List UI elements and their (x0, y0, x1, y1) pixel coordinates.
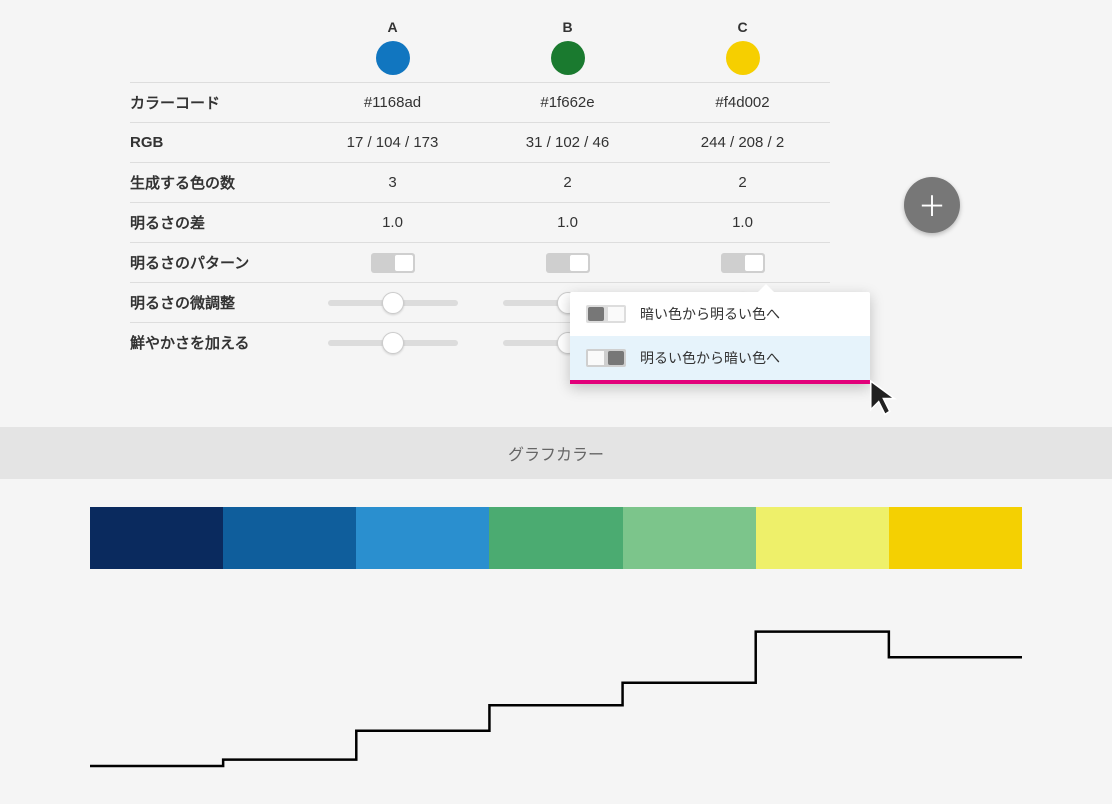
label-bright-pattern: 明るさのパターン (130, 252, 305, 273)
label-gen-count: 生成する色の数 (130, 172, 305, 193)
row-gen-count: 生成する色の数 3 2 2 (130, 162, 830, 202)
label-vivid: 鮮やかさを加える (130, 332, 305, 353)
fine-slider-a[interactable] (328, 300, 458, 306)
rgb-b: 31 / 102 / 46 (480, 134, 655, 151)
palette-color (756, 507, 889, 569)
pattern-toggle-b[interactable] (546, 253, 590, 273)
pattern-option-light-to-dark[interactable]: 明るい色から暗い色へ (570, 336, 870, 380)
label-bright-diff: 明るさの差 (130, 212, 305, 233)
option-label: 明るい色から暗い色へ (640, 348, 780, 368)
label-bright-fine: 明るさの微調整 (130, 292, 305, 313)
column-a-header: A (305, 19, 480, 75)
swatch-c[interactable] (726, 41, 760, 75)
label-rgb: RGB (130, 134, 305, 151)
rgb-c: 244 / 208 / 2 (655, 134, 830, 151)
pattern-option-dark-to-light[interactable]: 暗い色から明るい色へ (570, 292, 870, 336)
palette-preview (90, 507, 1022, 569)
palette-color (356, 507, 489, 569)
column-letter: C (655, 19, 830, 35)
palette-color (223, 507, 356, 569)
toggle-icon (586, 349, 626, 367)
palette-color (90, 507, 223, 569)
cursor-icon (866, 378, 904, 416)
palette-color (889, 507, 1022, 569)
count-a[interactable]: 3 (305, 174, 480, 191)
lightness-step-chart (90, 622, 1022, 782)
column-b-header: B (480, 19, 655, 75)
plus-icon: ＋ (918, 185, 946, 225)
step-chart-svg (90, 622, 1022, 782)
hex-a: #1168ad (305, 94, 480, 111)
count-c[interactable]: 2 (655, 174, 830, 191)
swatch-a[interactable] (376, 41, 410, 75)
brightness-pattern-popover: 暗い色から明るい色へ 明るい色から暗い色へ (570, 292, 870, 384)
add-color-button[interactable]: ＋ (904, 177, 960, 233)
column-letter: A (305, 19, 480, 35)
column-letter: B (480, 19, 655, 35)
rgb-a: 17 / 104 / 173 (305, 134, 480, 151)
diff-c[interactable]: 1.0 (655, 214, 830, 231)
label-color-code: カラーコード (130, 92, 305, 113)
hex-c: #f4d002 (655, 94, 830, 111)
diff-b[interactable]: 1.0 (480, 214, 655, 231)
row-bright-pattern: 明るさのパターン (130, 242, 830, 282)
row-rgb: RGB 17 / 104 / 173 31 / 102 / 46 244 / 2… (130, 122, 830, 162)
column-header-row: A B C (130, 12, 830, 82)
row-bright-diff: 明るさの差 1.0 1.0 1.0 (130, 202, 830, 242)
count-b[interactable]: 2 (480, 174, 655, 191)
diff-a[interactable]: 1.0 (305, 214, 480, 231)
row-color-code: カラーコード #1168ad #1f662e #f4d002 (130, 82, 830, 122)
toggle-icon (586, 305, 626, 323)
palette-color (623, 507, 756, 569)
vivid-slider-a[interactable] (328, 340, 458, 346)
section-title-graph-color: グラフカラー (0, 427, 1112, 479)
popover-accent-bar (570, 380, 870, 384)
palette-color (489, 507, 622, 569)
pattern-toggle-a[interactable] (371, 253, 415, 273)
option-label: 暗い色から明るい色へ (640, 304, 780, 324)
pattern-toggle-c[interactable] (721, 253, 765, 273)
hex-b: #1f662e (480, 94, 655, 111)
column-c-header: C (655, 19, 830, 75)
swatch-b[interactable] (551, 41, 585, 75)
